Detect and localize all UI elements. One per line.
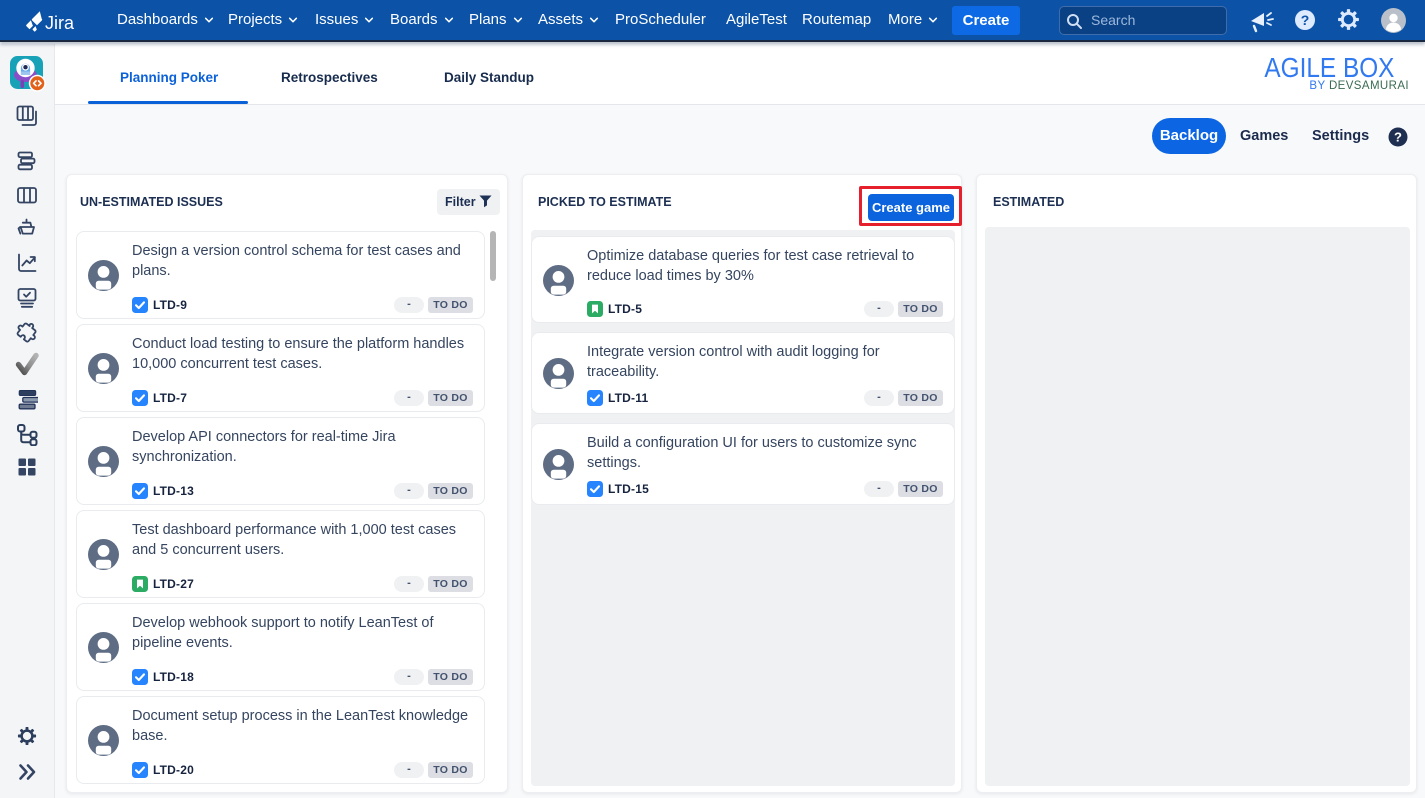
svg-text:?: ? [1394, 130, 1402, 145]
svg-text:Jira: Jira [45, 13, 75, 33]
svg-text:?: ? [1301, 12, 1310, 28]
